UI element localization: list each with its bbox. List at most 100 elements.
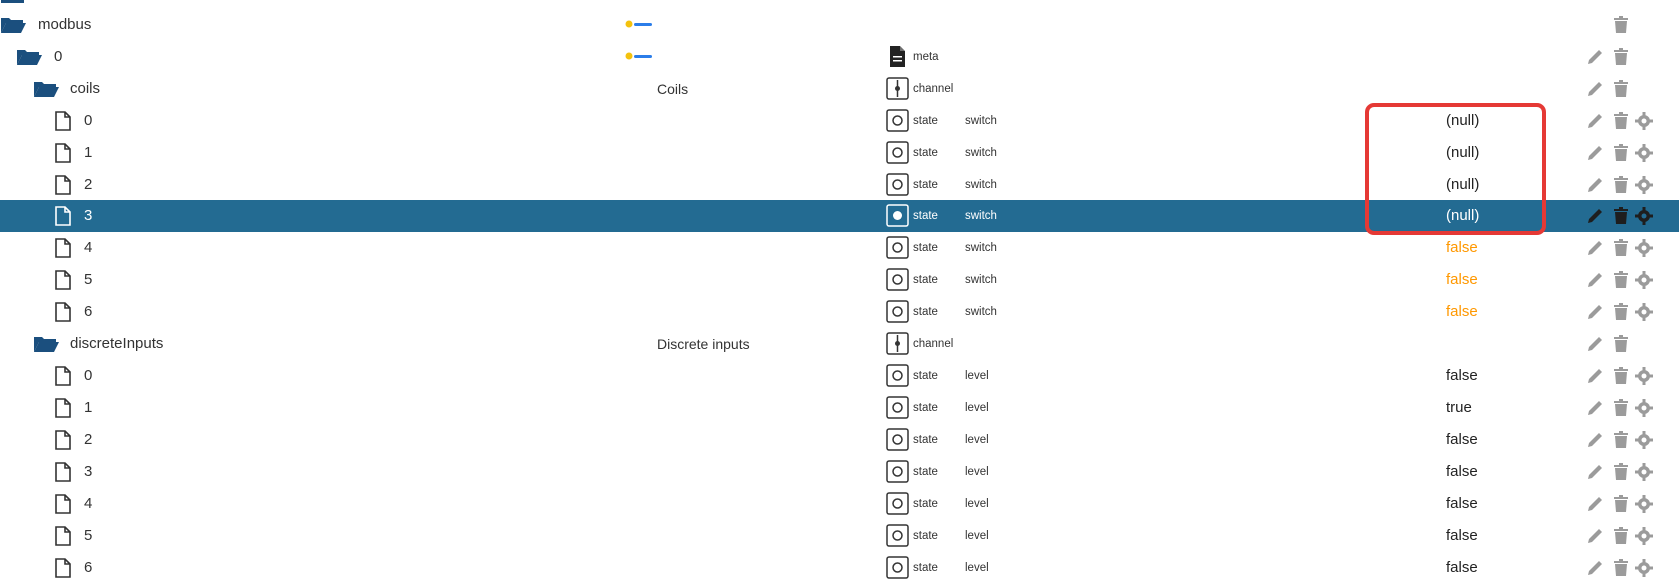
tree-row-role: switch xyxy=(965,242,997,254)
settings-gear-icon[interactable] xyxy=(1634,111,1654,131)
edit-icon[interactable] xyxy=(1585,366,1605,386)
tree-row-discrete-input-5[interactable]: 5 state level false xyxy=(0,520,1679,552)
delete-icon[interactable] xyxy=(1611,79,1631,99)
state-icon xyxy=(886,524,909,547)
tree-row-value[interactable]: false xyxy=(1446,560,1478,576)
edit-icon[interactable] xyxy=(1585,238,1605,258)
tree-row-coil-5[interactable]: 5 state switch false xyxy=(0,264,1679,296)
delete-icon[interactable] xyxy=(1611,558,1631,578)
settings-gear-icon[interactable] xyxy=(1634,143,1654,163)
tree-row-value[interactable]: false xyxy=(1446,464,1478,480)
delete-icon[interactable] xyxy=(1611,206,1631,226)
edit-icon[interactable] xyxy=(1585,206,1605,226)
folder-open-icon xyxy=(17,50,42,65)
tree-row-coil-6[interactable]: 6 state switch false xyxy=(0,296,1679,328)
tree-row-type: state xyxy=(913,147,938,159)
delete-icon[interactable] xyxy=(1611,47,1631,67)
tree-row-value[interactable]: (null) xyxy=(1446,208,1479,224)
delete-icon[interactable] xyxy=(1611,15,1631,35)
tree-row-discrete-input-6[interactable]: 6 state level false xyxy=(0,552,1679,584)
delete-icon[interactable] xyxy=(1611,430,1631,450)
file-icon xyxy=(55,143,71,163)
delete-icon[interactable] xyxy=(1611,270,1631,290)
state-icon xyxy=(886,460,909,483)
partial-top-row[interactable] xyxy=(0,0,1679,4)
tree-row-discrete-inputs[interactable]: discreteInputs Discrete inputs channel xyxy=(0,328,1679,360)
edit-icon[interactable] xyxy=(1585,430,1605,450)
tree-row-coil-2[interactable]: 2 state switch (null) xyxy=(0,169,1679,201)
tree-row-role: level xyxy=(965,562,989,574)
tree-row-discrete-input-1[interactable]: 1 state level true xyxy=(0,392,1679,424)
tree-row-value[interactable]: (null) xyxy=(1446,177,1479,193)
tree-row-type: channel xyxy=(913,338,954,350)
edit-icon[interactable] xyxy=(1585,526,1605,546)
tree-row-name: 0 xyxy=(54,48,63,65)
file-icon xyxy=(55,398,71,418)
tree-row-discrete-input-2[interactable]: 2 state level false xyxy=(0,424,1679,456)
settings-gear-icon[interactable] xyxy=(1634,462,1654,482)
edit-icon[interactable] xyxy=(1585,270,1605,290)
edit-icon[interactable] xyxy=(1585,398,1605,418)
tree-row-name: discreteInputs xyxy=(70,335,164,352)
edit-icon[interactable] xyxy=(1585,558,1605,578)
edit-icon[interactable] xyxy=(1585,175,1605,195)
delete-icon[interactable] xyxy=(1611,398,1631,418)
settings-gear-icon[interactable] xyxy=(1634,558,1654,578)
tree-row-coil-0[interactable]: 0 state switch (null) xyxy=(0,105,1679,137)
delete-icon[interactable] xyxy=(1611,238,1631,258)
tree-row-discrete-input-3[interactable]: 3 state level false xyxy=(0,456,1679,488)
edit-icon[interactable] xyxy=(1585,111,1605,131)
tree-row-coil-3[interactable]: 3 state switch (null) xyxy=(0,200,1679,232)
tree-row-value[interactable]: (null) xyxy=(1446,145,1479,161)
state-icon xyxy=(886,396,909,419)
delete-icon[interactable] xyxy=(1611,366,1631,386)
tree-row-instance-0[interactable]: 0 meta xyxy=(0,41,1679,73)
settings-gear-icon[interactable] xyxy=(1634,366,1654,386)
tree-row-role: level xyxy=(965,466,989,478)
delete-icon[interactable] xyxy=(1611,462,1631,482)
delete-icon[interactable] xyxy=(1611,175,1631,195)
settings-gear-icon[interactable] xyxy=(1634,206,1654,226)
delete-icon[interactable] xyxy=(1611,334,1631,354)
tree-row-type: state xyxy=(913,242,938,254)
edit-icon[interactable] xyxy=(1585,334,1605,354)
tree-row-value[interactable]: false xyxy=(1446,272,1478,288)
settings-gear-icon[interactable] xyxy=(1634,175,1654,195)
settings-gear-icon[interactable] xyxy=(1634,302,1654,322)
tree-row-value[interactable]: true xyxy=(1446,400,1472,416)
delete-icon[interactable] xyxy=(1611,526,1631,546)
tree-row-coils[interactable]: coils Coils channel xyxy=(0,73,1679,105)
settings-gear-icon[interactable] xyxy=(1634,398,1654,418)
edit-icon[interactable] xyxy=(1585,47,1605,67)
tree-row-value[interactable]: false xyxy=(1446,240,1478,256)
delete-icon[interactable] xyxy=(1611,302,1631,322)
tree-row-value[interactable]: false xyxy=(1446,368,1478,384)
tree-row-type: state xyxy=(913,179,938,191)
delete-icon[interactable] xyxy=(1611,143,1631,163)
edit-icon[interactable] xyxy=(1585,79,1605,99)
settings-gear-icon[interactable] xyxy=(1634,270,1654,290)
delete-icon[interactable] xyxy=(1611,494,1631,514)
tree-row-discrete-input-4[interactable]: 4 state level false xyxy=(0,488,1679,520)
edit-icon[interactable] xyxy=(1585,302,1605,322)
tree-row-type: state xyxy=(913,274,938,286)
tree-row-value[interactable]: false xyxy=(1446,528,1478,544)
delete-icon[interactable] xyxy=(1611,111,1631,131)
settings-gear-icon[interactable] xyxy=(1634,494,1654,514)
tree-row-discrete-input-0[interactable]: 0 state level false xyxy=(0,360,1679,392)
tree-row-modbus[interactable]: modbus xyxy=(0,9,1679,41)
tree-row-coil-1[interactable]: 1 state switch (null) xyxy=(0,137,1679,169)
edit-icon[interactable] xyxy=(1585,494,1605,514)
edit-icon[interactable] xyxy=(1585,143,1605,163)
tree-row-value[interactable]: false xyxy=(1446,496,1478,512)
settings-gear-icon[interactable] xyxy=(1634,526,1654,546)
tree-row-value[interactable]: false xyxy=(1446,432,1478,448)
edit-icon[interactable] xyxy=(1585,462,1605,482)
settings-gear-icon[interactable] xyxy=(1634,430,1654,450)
tree-row-value[interactable]: (null) xyxy=(1446,113,1479,129)
tree-row-role: switch xyxy=(965,147,997,159)
settings-gear-icon[interactable] xyxy=(1634,238,1654,258)
tree-row-coil-4[interactable]: 4 state switch false xyxy=(0,232,1679,264)
tree-row-value[interactable]: false xyxy=(1446,304,1478,320)
state-icon xyxy=(886,300,909,323)
